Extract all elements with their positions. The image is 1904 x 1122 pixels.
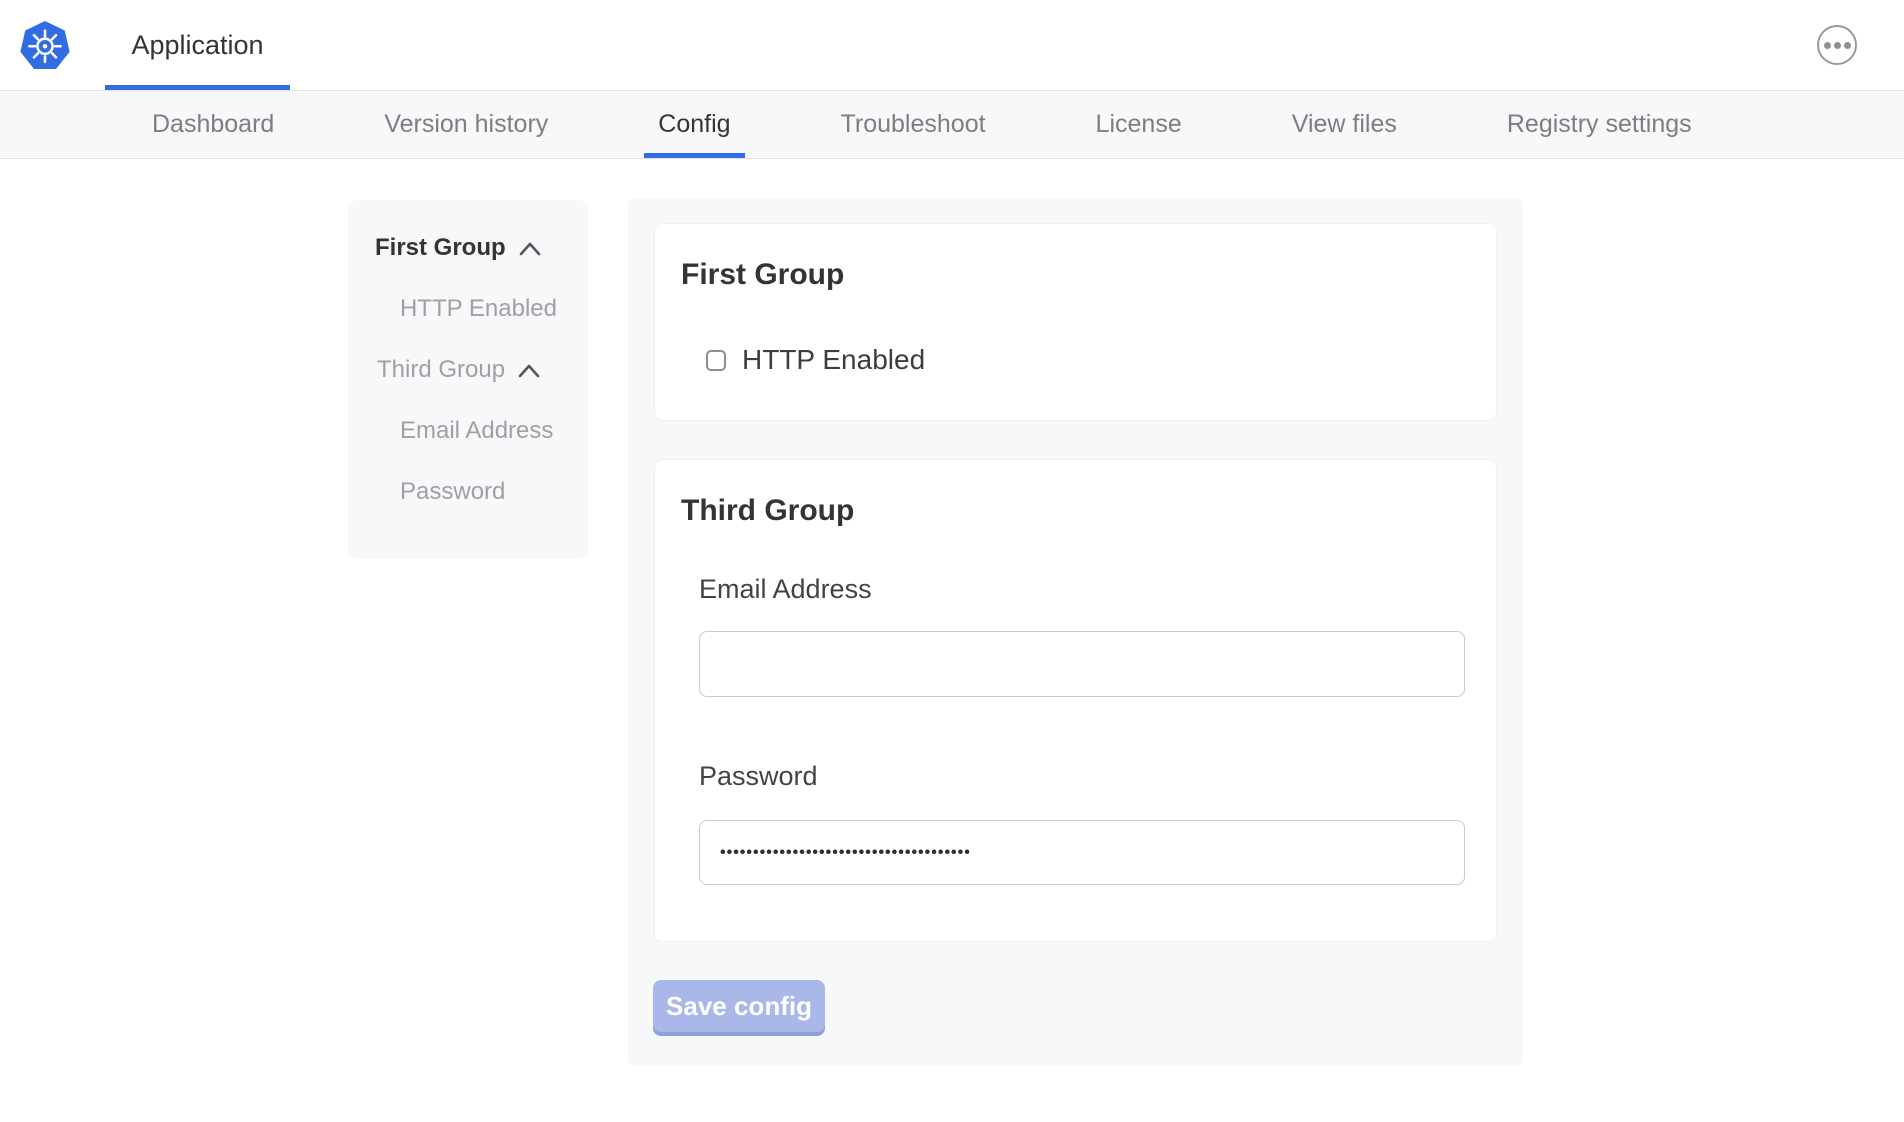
group-title-third: Third Group	[681, 494, 1470, 528]
ellipsis-icon	[1844, 42, 1851, 49]
sidebar-item-password[interactable]: Password	[348, 472, 588, 512]
http-enabled-checkbox[interactable]	[706, 350, 726, 371]
tab-registry-settings[interactable]: Registry settings	[1507, 91, 1692, 158]
password-input[interactable]	[699, 820, 1465, 885]
tab-version-history[interactable]: Version history	[384, 91, 548, 158]
email-address-input[interactable]	[699, 631, 1465, 697]
password-label: Password	[699, 761, 1470, 792]
tab-troubleshoot[interactable]: Troubleshoot	[841, 91, 986, 158]
tab-license[interactable]: License	[1096, 91, 1182, 158]
application-tab[interactable]: Application	[105, 0, 290, 90]
tab-config-label: Config	[658, 110, 730, 139]
top-app-bar: Application	[0, 0, 1904, 91]
sidebar-group-label: First Group	[375, 234, 506, 262]
group-title-first: First Group	[681, 258, 1470, 292]
active-tab-underline	[644, 153, 744, 158]
tab-config[interactable]: Config	[658, 91, 730, 158]
sidebar-item-http-enabled[interactable]: HTTP Enabled	[348, 289, 588, 329]
chevron-up-icon[interactable]	[518, 240, 542, 257]
ellipsis-icon	[1834, 42, 1841, 49]
config-content-panel: First Group HTTP Enabled Third Group Ema…	[628, 198, 1523, 1066]
http-enabled-row: HTTP Enabled	[681, 344, 1470, 376]
app-nav-bar: Dashboard Version history Config Trouble…	[0, 91, 1904, 159]
application-tab-label: Application	[131, 30, 263, 61]
config-group-card-third: Third Group Email Address Password	[654, 459, 1497, 942]
sidebar-group-third-group[interactable]: Third Group	[348, 350, 588, 390]
active-app-tab-underline	[105, 85, 290, 90]
sidebar-group-first-group[interactable]: First Group	[348, 228, 588, 268]
sidebar-group-label: Third Group	[377, 356, 505, 384]
tab-view-files[interactable]: View files	[1292, 91, 1397, 158]
http-enabled-label: HTTP Enabled	[742, 344, 925, 376]
config-sidebar: First Group HTTP Enabled Third Group Ema…	[348, 200, 588, 559]
kubernetes-logo	[17, 20, 73, 70]
save-config-button[interactable]: Save config	[653, 980, 825, 1032]
ellipsis-icon	[1824, 42, 1831, 49]
tab-dashboard[interactable]: Dashboard	[152, 91, 274, 158]
chevron-up-icon[interactable]	[517, 362, 541, 379]
overflow-menu-button[interactable]	[1817, 25, 1857, 65]
email-address-label: Email Address	[699, 574, 1470, 605]
sidebar-item-email-address[interactable]: Email Address	[348, 411, 588, 451]
config-group-card-first: First Group HTTP Enabled	[654, 223, 1497, 421]
